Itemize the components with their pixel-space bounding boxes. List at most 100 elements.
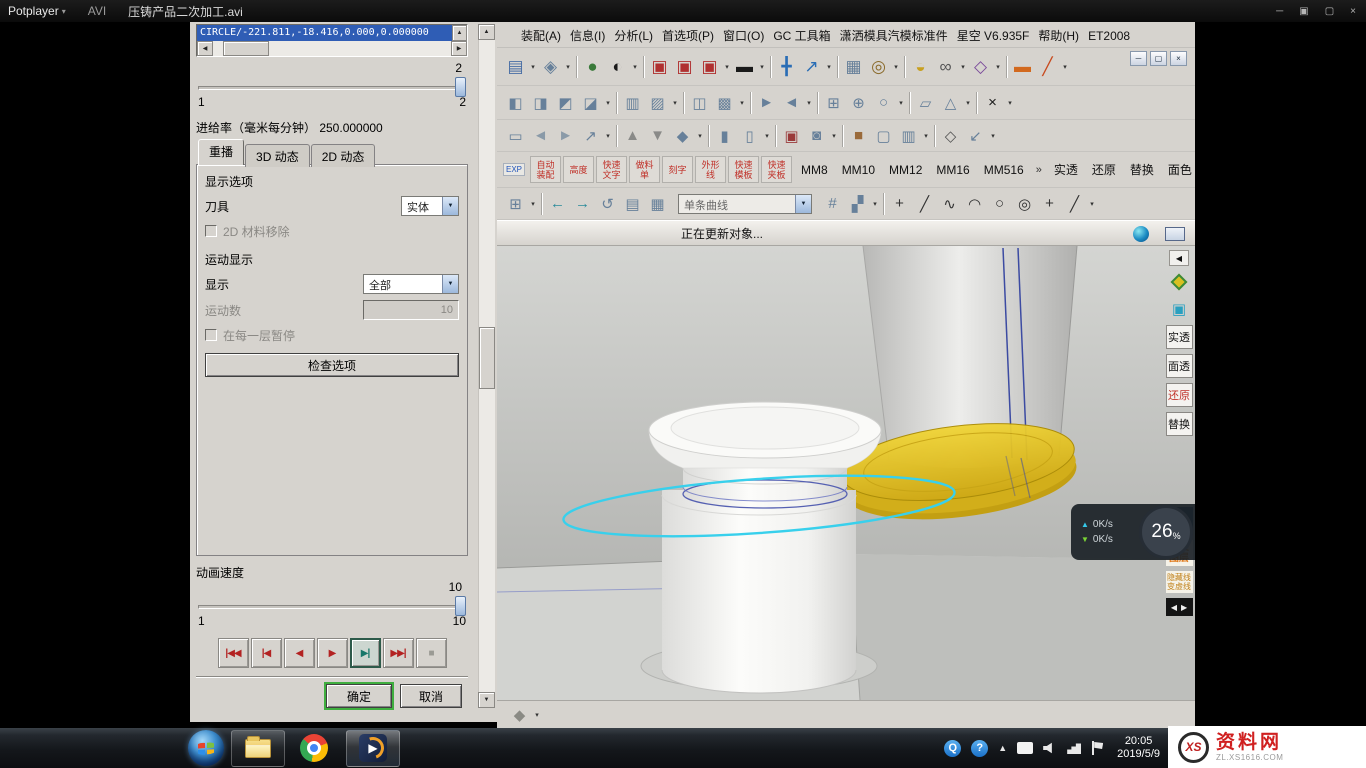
toolbar-icon[interactable]: # <box>820 191 845 216</box>
menu-item[interactable]: 潇洒模具汽模标准件 <box>840 27 948 44</box>
pager-left-icon[interactable]: ◀ <box>1171 603 1177 612</box>
slider-thumb[interactable] <box>455 77 466 97</box>
toolbar-icon[interactable]: △ <box>938 90 963 115</box>
sidebar-view-button[interactable]: 还原 <box>1166 383 1193 407</box>
mm-size-button[interactable]: MM516 <box>977 163 1031 177</box>
window-control-button[interactable]: × <box>1350 6 1356 17</box>
help-tray-icon[interactable]: ? <box>971 740 988 757</box>
mm-size-button[interactable]: MM8 <box>794 163 835 177</box>
cad-window-control-button[interactable]: × <box>1170 51 1187 66</box>
motion-count-field[interactable]: 10 <box>363 300 459 320</box>
toolbar-icon[interactable]: ▣ <box>647 54 672 79</box>
sidebar-pager[interactable]: ◀ ▶ <box>1166 598 1193 616</box>
animation-speed-slider[interactable] <box>196 598 468 614</box>
scroll-right-button[interactable]: ▶ <box>451 41 467 56</box>
hidden-line-button[interactable]: 隐藏线 变虚线 <box>1166 571 1193 593</box>
slider-track[interactable] <box>198 86 466 90</box>
quick-tool-button[interactable]: 快速 文字 <box>596 156 627 183</box>
toolbar-icon[interactable]: ◎ <box>866 54 891 79</box>
sidebar-collapse-button[interactable]: ◀ <box>1169 250 1189 266</box>
quick-tool-button[interactable]: 刻字 <box>662 156 693 183</box>
playback-button[interactable]: ▶ <box>317 638 348 668</box>
menu-item[interactable]: 分析(L) <box>614 27 653 44</box>
toolbar-icon[interactable]: ◆ <box>670 123 695 148</box>
speaker-icon[interactable] <box>1043 742 1057 754</box>
toolbar-icon[interactable]: ◄ <box>779 90 804 115</box>
display-combobox[interactable]: 全部 ▼ <box>363 274 459 294</box>
toolbar-icon[interactable]: ╱ <box>912 191 937 216</box>
dropdown-arrow-icon[interactable]: ▾ <box>963 99 973 107</box>
slider-track[interactable] <box>198 605 466 609</box>
sidebar-view-button[interactable]: 实透 <box>1166 325 1193 349</box>
dropdown-arrow-icon[interactable]: ▾ <box>1087 200 1097 208</box>
tray-expand-icon[interactable]: ▲ <box>998 743 1007 753</box>
viewport-3d-scene[interactable] <box>497 246 1195 700</box>
toolbar-icon[interactable]: ◩ <box>553 90 578 115</box>
toolbar-icon[interactable]: ● <box>580 54 605 79</box>
toolbar-icon[interactable]: ○ <box>987 191 1012 216</box>
mm-size-button[interactable]: MM16 <box>929 163 976 177</box>
toolbar-icon[interactable]: ▥ <box>620 90 645 115</box>
toolbar-icon[interactable]: ▮ <box>712 123 737 148</box>
toolbar-icon[interactable]: ▥ <box>896 123 921 148</box>
toolbar-icon[interactable]: ▣ <box>697 54 722 79</box>
menu-item[interactable]: GC 工具箱 <box>773 27 830 44</box>
toolbar-icon[interactable]: ▱ <box>913 90 938 115</box>
scrollbar-track[interactable] <box>478 40 495 692</box>
scroll-up-button[interactable]: ▲ <box>478 24 495 40</box>
toolbar-icon[interactable]: ╱ <box>1035 54 1060 79</box>
toolbar-icon[interactable]: ► <box>754 90 779 115</box>
dropdown-arrow-icon[interactable]: ▾ <box>891 63 901 71</box>
scroll-left-button[interactable]: ◀ <box>197 41 213 56</box>
combo-arrow-icon[interactable]: ▼ <box>795 195 811 213</box>
dropdown-arrow-icon[interactable]: ▾ <box>757 63 767 71</box>
toolbar-icon[interactable]: ◫ <box>687 90 712 115</box>
toolbar-icon[interactable]: ◒ <box>908 54 933 79</box>
toolbar-icon[interactable]: ◇ <box>968 54 993 79</box>
quick-tool-button[interactable]: 快速 夹板 <box>761 156 792 183</box>
toolbar-icon[interactable]: × <box>980 90 1005 115</box>
dropdown-arrow-icon[interactable]: ▾ <box>762 132 772 140</box>
toolbar-icon[interactable]: ∞ <box>933 54 958 79</box>
toolbar-icon[interactable]: ▦ <box>645 191 670 216</box>
toolbar-icon[interactable]: ■ <box>846 123 871 148</box>
dropdown-arrow-icon[interactable]: ▾ <box>532 711 542 719</box>
dropdown-arrow-icon[interactable]: ▾ <box>988 132 998 140</box>
toolbar-icon[interactable]: ▨ <box>645 90 670 115</box>
playback-button[interactable]: |◀ <box>251 638 282 668</box>
video-frame[interactable]: CIRCLE/-221.811,-18.416,0.000,0.000000 ▲… <box>0 22 1366 728</box>
dropdown-arrow-icon[interactable]: ▾ <box>824 63 834 71</box>
dropdown-arrow-icon[interactable]: ▾ <box>829 132 839 140</box>
toolbar-icon[interactable]: ◈ <box>538 54 563 79</box>
menu-item[interactable]: 窗口(O) <box>723 27 764 44</box>
combo-arrow-icon[interactable]: ▼ <box>442 275 458 293</box>
toolbar-icon[interactable]: ◄ <box>528 123 553 148</box>
mm-size-button[interactable]: MM10 <box>835 163 882 177</box>
toolbar-icon[interactable]: ◠ <box>962 191 987 216</box>
toolbar-icon[interactable]: ▤ <box>620 191 645 216</box>
gcode-listbox[interactable]: CIRCLE/-221.811,-18.416,0.000,0.000000 ▲… <box>196 24 468 57</box>
gcode-selected-line[interactable]: CIRCLE/-221.811,-18.416,0.000,0.000000 <box>197 25 452 41</box>
toolbar-icon[interactable]: ► <box>553 123 578 148</box>
toolbar-icon[interactable]: ⊕ <box>846 90 871 115</box>
toolbar-icon[interactable]: ▞ <box>845 191 870 216</box>
menu-item[interactable]: 装配(A) <box>521 27 561 44</box>
view-mode-button[interactable]: 还原 <box>1085 161 1123 178</box>
dropdown-arrow-icon[interactable]: ▾ <box>528 63 538 71</box>
cad-window-control-button[interactable]: ▢ <box>1150 51 1167 66</box>
toolbar-icon[interactable]: ╋ <box>774 54 799 79</box>
toolbar-icon[interactable]: ◧ <box>503 90 528 115</box>
quick-tool-button[interactable]: 快速 模板 <box>728 156 759 183</box>
toolbar-icon[interactable]: ▤ <box>503 54 528 79</box>
layers-icon[interactable]: ▣ <box>1168 298 1190 320</box>
toolbar-icon[interactable]: ◪ <box>578 90 603 115</box>
window-control-button[interactable]: ▣ <box>1299 6 1308 17</box>
toolbar-icon[interactable]: + <box>1037 191 1062 216</box>
dropdown-arrow-icon[interactable]: ▾ <box>870 200 880 208</box>
dropdown-arrow-icon[interactable]: ▾ <box>993 63 1003 71</box>
dropdown-arrow-icon[interactable]: ▾ <box>1005 99 1015 107</box>
scroll-down-button[interactable]: ▼ <box>478 692 495 708</box>
toolbar-icon[interactable]: ▦ <box>841 54 866 79</box>
line-number-slider[interactable] <box>196 79 468 95</box>
playback-button[interactable]: ◀ <box>284 638 315 668</box>
